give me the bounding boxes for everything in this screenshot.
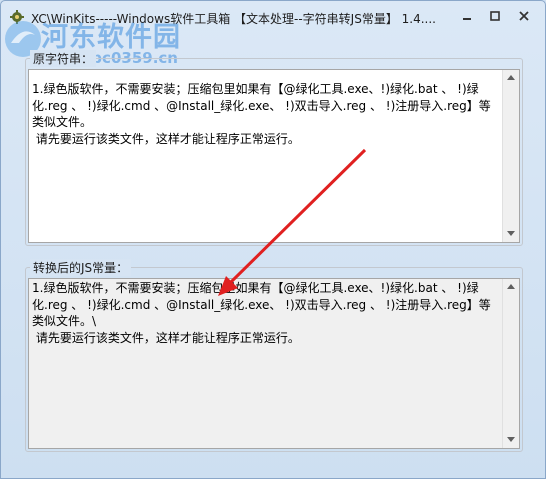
result-textarea[interactable]: 1.绿色版软件，不需要安装；压缩包里如果有【@绿化工具.exe、!)绿化.bat… xyxy=(28,278,520,449)
app-window: XC\WinKits-----Windows软件工具箱 【文本处理--字符串转J… xyxy=(0,0,546,479)
minimize-button[interactable] xyxy=(454,7,480,25)
source-scrollbar[interactable] xyxy=(502,70,519,242)
result-text[interactable]: 1.绿色版软件，不需要安装；压缩包里如果有【@绿化工具.exe、!)绿化.bat… xyxy=(32,280,501,346)
scroll-down-button[interactable] xyxy=(503,226,519,242)
source-group-label: 原字符串： xyxy=(30,50,97,67)
result-js-group: 转换后的JS常量： 1.绿色版软件，不需要安装；压缩包里如果有【@绿化工具.ex… xyxy=(25,259,523,452)
chevron-up-icon xyxy=(507,284,515,289)
chevron-down-icon xyxy=(507,437,515,442)
scroll-down-button[interactable] xyxy=(503,432,519,448)
result-group-label: 转换后的JS常量： xyxy=(30,259,132,276)
minimize-icon xyxy=(463,18,471,20)
source-text[interactable]: 1.绿色版软件，不需要安装；压缩包里如果有【@绿化工具.exe、!)绿化.bat… xyxy=(32,81,501,147)
chevron-down-icon xyxy=(507,231,515,236)
chevron-up-icon xyxy=(507,75,515,80)
scroll-up-button[interactable] xyxy=(503,279,519,295)
source-string-group: 原字符串： 1.绿色版软件，不需要安装；压缩包里如果有【@绿化工具.exe、!)… xyxy=(25,50,523,246)
close-button[interactable] xyxy=(511,7,537,25)
result-scrollbar[interactable] xyxy=(502,279,519,448)
maximize-button[interactable] xyxy=(482,7,508,25)
maximize-icon xyxy=(490,11,500,21)
title-bar[interactable]: XC\WinKits-----Windows软件工具箱 【文本处理--字符串转J… xyxy=(1,1,545,31)
close-icon xyxy=(519,11,529,21)
app-gear-icon xyxy=(9,9,25,25)
window-title: XC\WinKits-----Windows软件工具箱 【文本处理--字符串转J… xyxy=(31,12,436,26)
source-textarea[interactable]: 1.绿色版软件，不需要安装；压缩包里如果有【@绿化工具.exe、!)绿化.bat… xyxy=(28,69,520,243)
scroll-up-button[interactable] xyxy=(503,70,519,86)
